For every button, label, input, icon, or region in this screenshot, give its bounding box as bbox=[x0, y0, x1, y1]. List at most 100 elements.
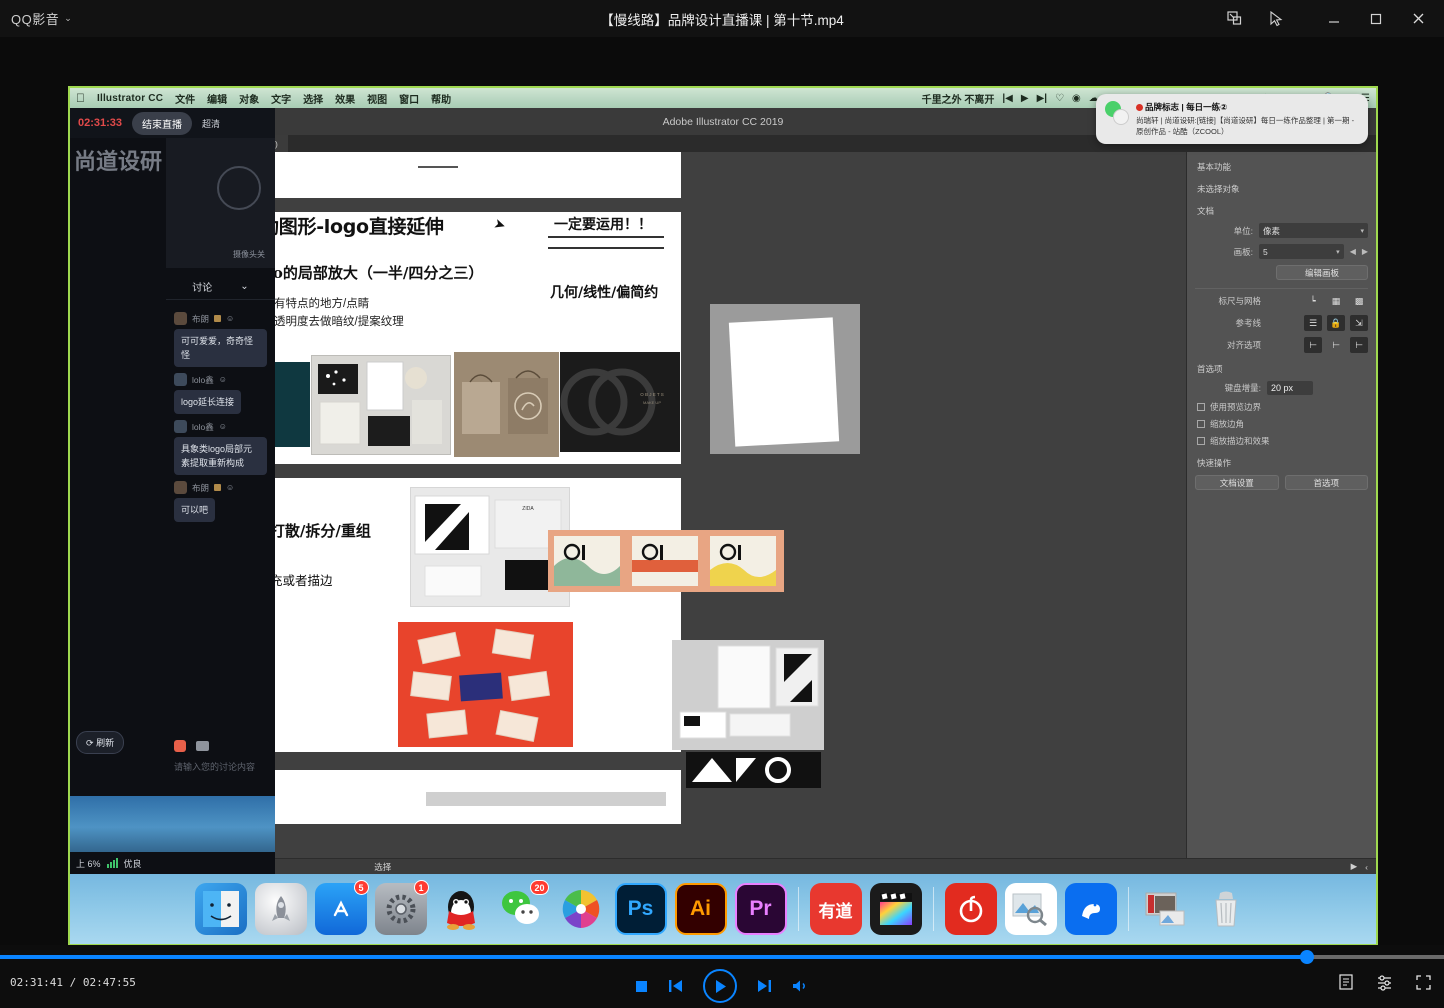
next-button[interactable] bbox=[757, 979, 772, 993]
canvas-image-pattern-cards[interactable] bbox=[548, 530, 784, 592]
dock-item-duck-app[interactable] bbox=[1065, 883, 1117, 935]
previous-button[interactable] bbox=[668, 979, 683, 993]
reference-image-stationery[interactable] bbox=[311, 355, 451, 455]
dock-item-wechat[interactable]: 20 bbox=[495, 883, 547, 935]
chevron-down-icon[interactable]: ⌄ bbox=[240, 281, 248, 292]
snap-to-grid-icon[interactable]: ⊢ bbox=[1327, 337, 1345, 353]
transparency-grid-icon[interactable]: ▩ bbox=[1350, 293, 1368, 309]
file-attach-icon[interactable] bbox=[196, 741, 209, 751]
player-app-menu[interactable]: QQ影音 ⌄ bbox=[0, 9, 72, 28]
snap-to-point-icon[interactable]: ⊢ bbox=[1304, 337, 1322, 353]
composer-input[interactable]: 请输入您的讨论内容 bbox=[174, 760, 267, 773]
checkbox-icon[interactable] bbox=[1197, 437, 1205, 445]
show-guides-icon[interactable]: ☰ bbox=[1304, 315, 1322, 331]
dock-item-system-preferences[interactable]: 1 bbox=[375, 883, 427, 935]
artboard-next-button[interactable]: ▶ bbox=[1362, 247, 1368, 256]
menu-view[interactable]: 视图 bbox=[367, 91, 387, 106]
lock-guides-icon[interactable]: 🔒 bbox=[1327, 315, 1345, 331]
properties-panel[interactable]: 基本功能 未选择对象 文档 单位: 像素 ▾ 画板: 5 bbox=[1186, 152, 1376, 858]
fullscreen-button[interactable] bbox=[1415, 974, 1432, 996]
smart-guides-icon[interactable]: ⊢ bbox=[1350, 337, 1368, 353]
volume-button[interactable] bbox=[792, 979, 809, 993]
heart-icon[interactable]: ♡ bbox=[1055, 93, 1064, 104]
camera-preview-area[interactable]: 摄像头关 bbox=[166, 138, 275, 268]
checkbox-icon[interactable] bbox=[1197, 420, 1205, 428]
reference-image-zida-boxes[interactable]: ZIDA bbox=[410, 487, 570, 607]
avatar bbox=[174, 312, 187, 325]
menu-effect[interactable]: 效果 bbox=[335, 91, 355, 106]
media-play-icon[interactable]: ▶ bbox=[1021, 93, 1029, 104]
stop-button[interactable] bbox=[635, 980, 648, 993]
dock-item-downloads-stack[interactable] bbox=[1140, 883, 1192, 935]
dock-item-qq[interactable] bbox=[435, 883, 487, 935]
menu-select[interactable]: 选择 bbox=[303, 91, 323, 106]
minimize-icon[interactable] bbox=[1314, 0, 1354, 37]
dock-item-final-cut-pro[interactable] bbox=[870, 883, 922, 935]
video-stage[interactable]:  Illustrator CC 文件 编辑 对象 文字 选择 效果 视图 窗口… bbox=[0, 37, 1444, 945]
preferences-button[interactable]: 首选项 bbox=[1285, 475, 1369, 490]
user-badge-icon bbox=[214, 315, 221, 322]
edit-artboards-button[interactable]: 编辑画板 bbox=[1276, 265, 1368, 280]
dock-item-launchpad[interactable] bbox=[255, 883, 307, 935]
dock-item-netease-music[interactable] bbox=[945, 883, 997, 935]
menu-type[interactable]: 文字 bbox=[271, 91, 291, 106]
dock-item-photoshop[interactable]: Ps bbox=[615, 883, 667, 935]
apple-logo-icon[interactable]:  bbox=[76, 91, 85, 105]
status-more-icon[interactable]: ‹ bbox=[1365, 862, 1368, 872]
screenshot-button[interactable] bbox=[1338, 973, 1354, 996]
dock-item-finder[interactable] bbox=[195, 883, 247, 935]
menu-help[interactable]: 帮助 bbox=[431, 91, 451, 106]
svg-text:O B J E T S: O B J E T S bbox=[640, 392, 664, 397]
canvas-image-black-logo[interactable] bbox=[686, 752, 821, 788]
discussion-tab[interactable]: 讨论 ⌄ bbox=[166, 274, 275, 300]
notification-toast[interactable]: 品牌标志 | 每日一练② 尚瑞轩 | 尚道设研:[链接]【尚道设研】每日一练作品… bbox=[1096, 94, 1368, 144]
progress-bar[interactable] bbox=[0, 955, 1444, 959]
unit-select[interactable]: 像素 ▾ bbox=[1259, 223, 1368, 238]
reference-image-paper-bags[interactable] bbox=[454, 352, 559, 457]
message-composer[interactable]: 请输入您的讨论内容 bbox=[166, 734, 275, 796]
maximize-icon[interactable] bbox=[1356, 0, 1396, 37]
reference-image-red-cards[interactable] bbox=[398, 622, 573, 747]
clock-icon[interactable]: ◉ bbox=[1072, 93, 1081, 104]
dock-item-illustrator[interactable]: Ai bbox=[675, 883, 727, 935]
status-expand-icon[interactable]: ▶ bbox=[1351, 861, 1358, 872]
macos-dock[interactable]: 5 1 20 Ps Ai Pr bbox=[70, 874, 1376, 944]
show-rulers-icon[interactable]: ┕ bbox=[1304, 293, 1322, 309]
dock-item-trash[interactable] bbox=[1200, 883, 1252, 935]
menu-object[interactable]: 对象 bbox=[239, 91, 259, 106]
dock-item-premiere[interactable]: Pr bbox=[735, 883, 787, 935]
artboard-prev-button[interactable]: ◀ bbox=[1350, 247, 1356, 256]
checkbox-preview-bounds[interactable]: 使用预览边界 bbox=[1197, 401, 1368, 413]
menu-window[interactable]: 窗口 bbox=[399, 91, 419, 106]
cursor-pointer-icon[interactable] bbox=[1256, 0, 1296, 37]
menu-edit[interactable]: 编辑 bbox=[207, 91, 227, 106]
media-prev-icon[interactable]: |◀ bbox=[1002, 93, 1013, 104]
dock-item-photos[interactable] bbox=[555, 883, 607, 935]
end-live-button[interactable]: 结束直播 bbox=[132, 112, 192, 135]
dock-item-app-store[interactable]: 5 bbox=[315, 883, 367, 935]
dock-item-preview[interactable] bbox=[1005, 883, 1057, 935]
checkbox-icon[interactable] bbox=[1197, 403, 1205, 411]
chat-message-list[interactable]: 布朗 ☺ 可可爱爱，奇奇怪怪 lolo鑫 ☺ logo延长连接 bbox=[166, 300, 275, 734]
close-icon[interactable] bbox=[1398, 0, 1438, 37]
artboard-select[interactable]: 5 ▾ bbox=[1259, 244, 1344, 259]
play-button[interactable] bbox=[703, 969, 737, 1003]
canvas-image-poster-mockup[interactable] bbox=[710, 304, 860, 454]
media-next-icon[interactable]: ▶| bbox=[1037, 93, 1048, 104]
canvas-image-stationery-set[interactable] bbox=[672, 640, 824, 750]
menu-file[interactable]: 文件 bbox=[175, 91, 195, 106]
keyboard-increment-input[interactable]: 20 px bbox=[1267, 381, 1313, 395]
reference-image-dark-branding[interactable]: O B J E T S MAKE UP bbox=[560, 352, 680, 452]
stream-quality-label[interactable]: 超清 bbox=[202, 117, 220, 130]
picture-in-picture-icon[interactable] bbox=[1214, 0, 1254, 37]
show-grid-icon[interactable]: ▦ bbox=[1327, 293, 1345, 309]
release-guides-icon[interactable]: ⇲ bbox=[1350, 315, 1368, 331]
document-setup-button[interactable]: 文档设置 bbox=[1195, 475, 1279, 490]
emoji-picker-icon[interactable] bbox=[174, 740, 186, 752]
settings-equalizer-button[interactable] bbox=[1376, 974, 1393, 996]
progress-handle[interactable] bbox=[1300, 950, 1314, 964]
dock-item-youdao[interactable]: 有道 bbox=[810, 883, 862, 935]
checkbox-scale-strokes-effects[interactable]: 缩放描边和效果 bbox=[1197, 435, 1368, 447]
refresh-button[interactable]: ⟳ 刷新 bbox=[76, 731, 124, 754]
checkbox-scale-corners[interactable]: 缩放边角 bbox=[1197, 418, 1368, 430]
